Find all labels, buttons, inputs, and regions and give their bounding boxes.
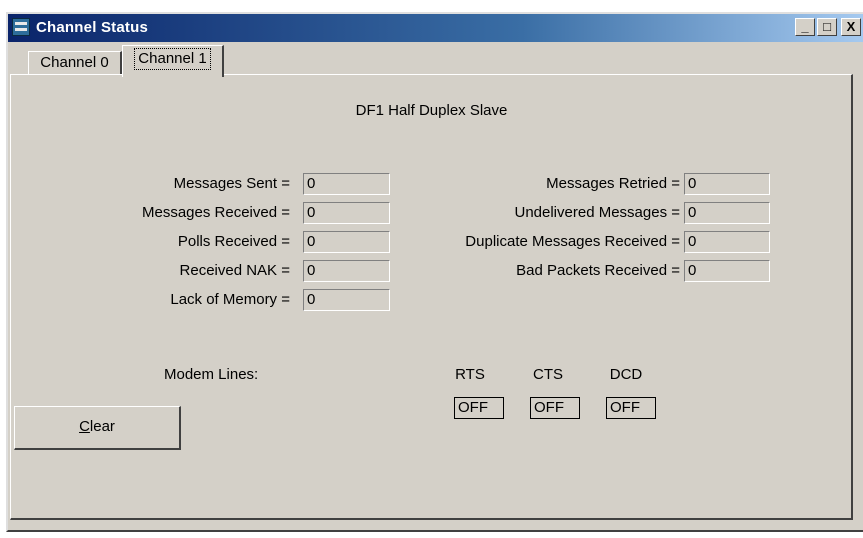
clear-button[interactable]: Clear bbox=[14, 406, 181, 450]
lack-of-memory-field: 0 bbox=[303, 289, 390, 311]
messages-retried-field: 0 bbox=[684, 173, 770, 195]
close-button[interactable]: X bbox=[841, 18, 861, 36]
messages-retried-label: Messages Retried = bbox=[546, 175, 680, 192]
messages-sent-field: 0 bbox=[303, 173, 390, 195]
messages-sent-label: Messages Sent = bbox=[173, 175, 290, 192]
dcd-status: OFF bbox=[606, 397, 656, 419]
protocol-heading: DF1 Half Duplex Slave bbox=[355, 102, 508, 119]
maximize-button[interactable]: □ bbox=[817, 18, 837, 36]
tab-panel bbox=[10, 74, 853, 520]
title-bar[interactable]: Channel Status _ □ X bbox=[8, 14, 863, 42]
tab-channel-0[interactable]: Channel 0 bbox=[28, 51, 122, 74]
received-nak-field: 0 bbox=[303, 260, 390, 282]
messages-received-field: 0 bbox=[303, 202, 390, 224]
tab-channel-1-label: Channel 1 bbox=[134, 48, 211, 70]
polls-received-label: Polls Received = bbox=[177, 233, 290, 250]
cts-label: CTS bbox=[533, 366, 563, 383]
messages-received-label: Messages Received = bbox=[142, 204, 290, 221]
modem-lines-label: Modem Lines: bbox=[164, 366, 259, 383]
lack-of-memory-label: Lack of Memory = bbox=[170, 291, 290, 308]
minimize-button[interactable]: _ bbox=[795, 18, 815, 36]
rts-label: RTS bbox=[455, 366, 485, 383]
undelivered-messages-field: 0 bbox=[684, 202, 770, 224]
duplicate-messages-label: Duplicate Messages Received = bbox=[465, 233, 680, 250]
polls-received-field: 0 bbox=[303, 231, 390, 253]
bad-packets-label: Bad Packets Received = bbox=[516, 262, 680, 279]
bad-packets-field: 0 bbox=[684, 260, 770, 282]
undelivered-messages-label: Undelivered Messages = bbox=[514, 204, 680, 221]
rts-status: OFF bbox=[454, 397, 504, 419]
dcd-label: DCD bbox=[609, 366, 643, 383]
received-nak-label: Received NAK = bbox=[179, 262, 290, 279]
clear-accelerator: C bbox=[79, 418, 90, 435]
app-icon bbox=[12, 18, 30, 36]
clear-label: lear bbox=[89, 418, 115, 435]
cts-status: OFF bbox=[530, 397, 580, 419]
window-title: Channel Status bbox=[36, 19, 148, 36]
duplicate-messages-field: 0 bbox=[684, 231, 770, 253]
tab-channel-1[interactable]: Channel 1 bbox=[122, 45, 224, 77]
